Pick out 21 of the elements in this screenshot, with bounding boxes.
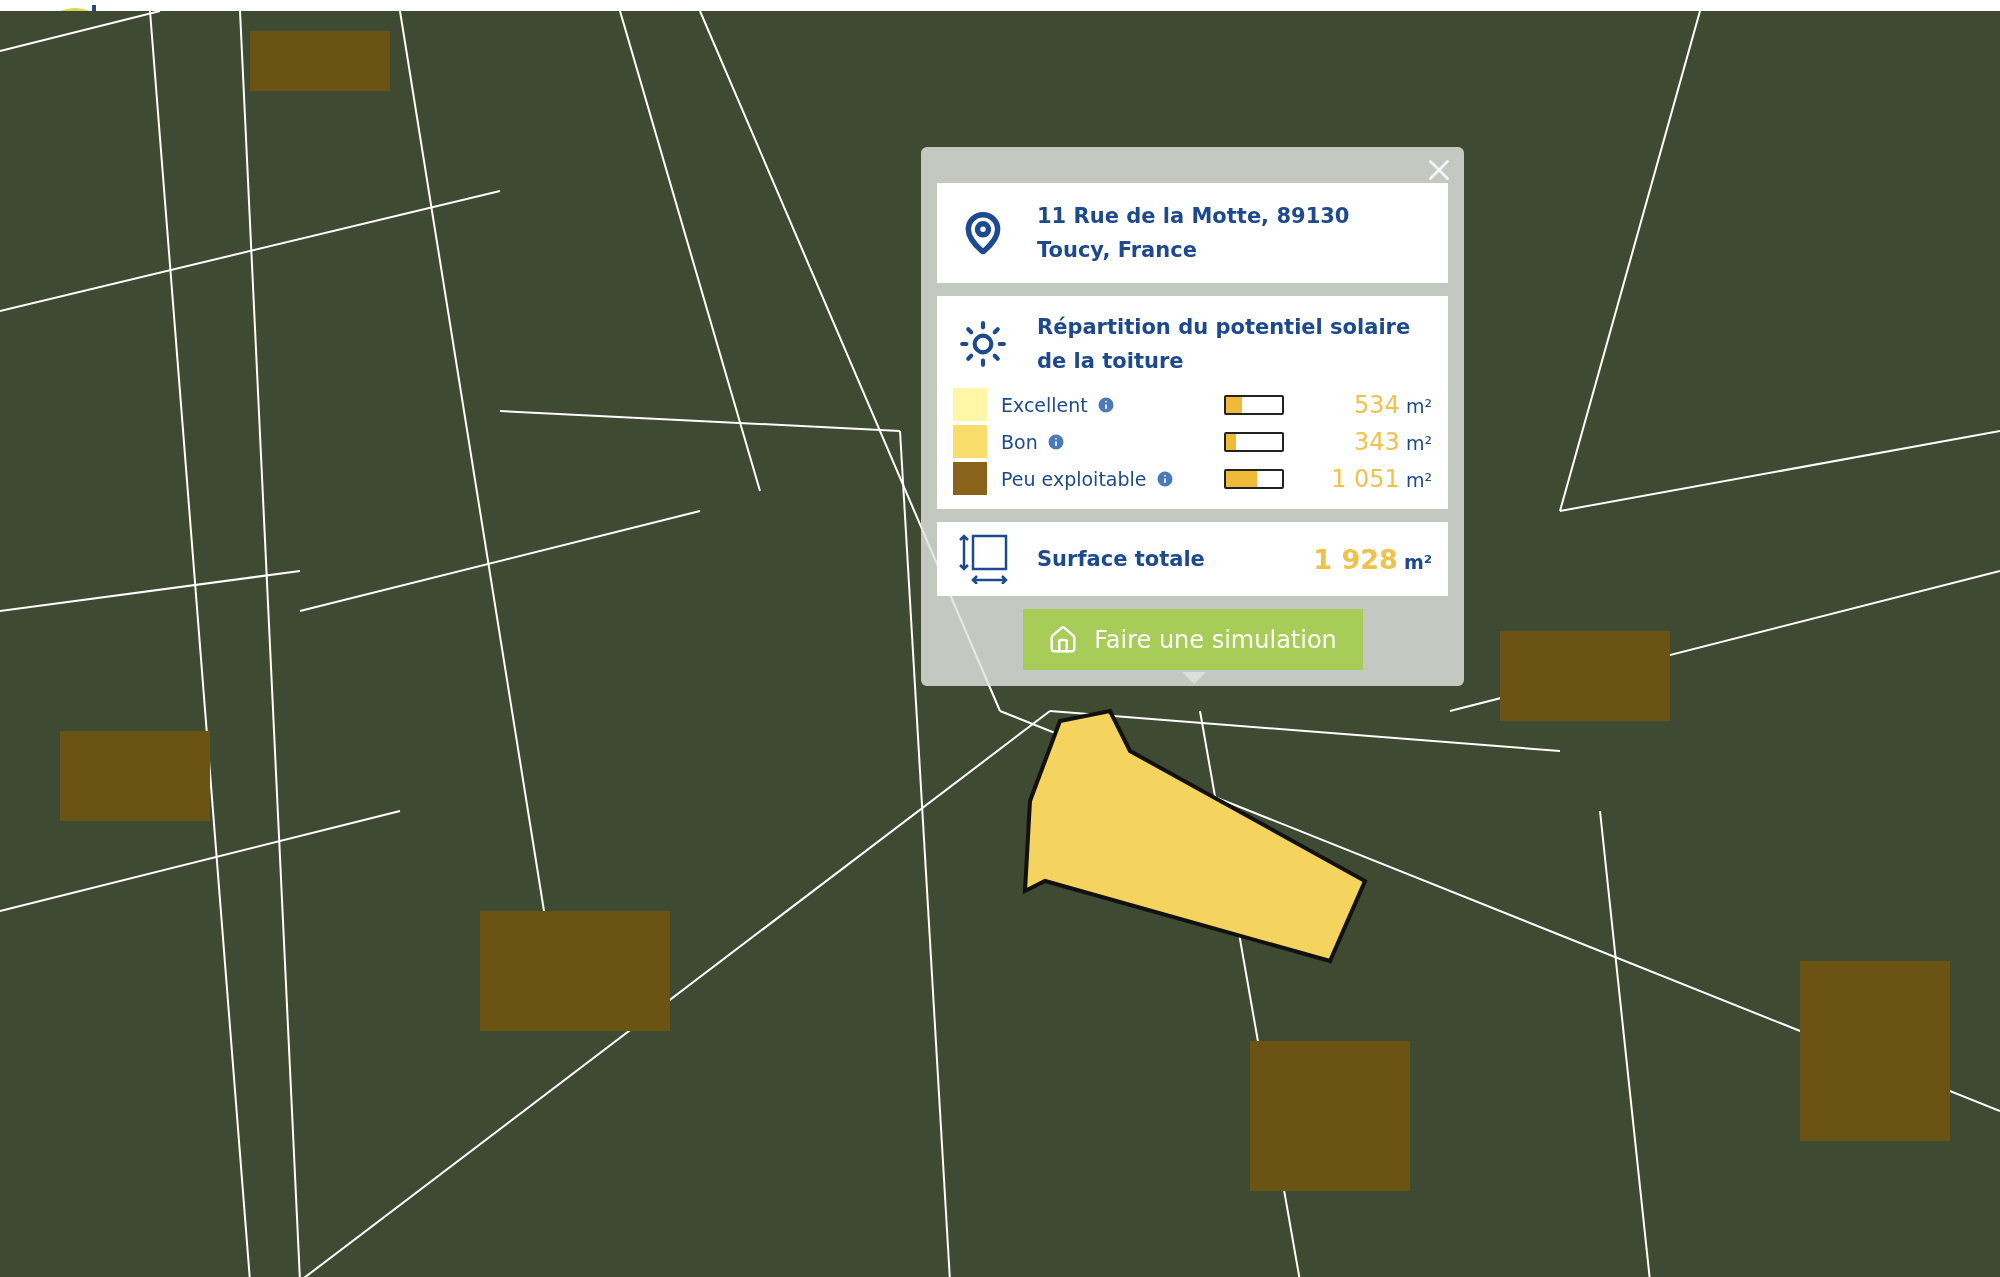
area-unit: m² [1405, 431, 1432, 454]
total-label: Surface totale [1037, 546, 1205, 573]
area-value: 343 [1354, 427, 1400, 456]
area-value: 534 [1354, 390, 1400, 419]
address-text: 11 Rue de la Motte, 89130 Toucy, France [1037, 203, 1350, 264]
info-icon[interactable] [1154, 468, 1175, 489]
area-value: 1 051 [1331, 464, 1400, 493]
category-label: Excellent [1001, 393, 1088, 416]
area-unit: m² [1405, 468, 1432, 491]
area-unit: m² [1405, 394, 1432, 417]
solar-title: Répartition du potentiel solaire de la toiture [1037, 314, 1412, 375]
area-dimensions-icon [958, 534, 1008, 584]
simulation-button[interactable]: Faire une simulation [1022, 609, 1363, 670]
info-icon[interactable] [1045, 431, 1066, 452]
home-icon [1048, 624, 1079, 655]
total-unit: m² [1403, 550, 1432, 573]
category-label: Peu exploitable [1001, 467, 1147, 490]
category-label: Bon [1001, 430, 1038, 453]
total-value: 1 928 [1313, 543, 1398, 575]
info-icon[interactable] [1095, 394, 1116, 415]
sun-icon [958, 319, 1008, 369]
